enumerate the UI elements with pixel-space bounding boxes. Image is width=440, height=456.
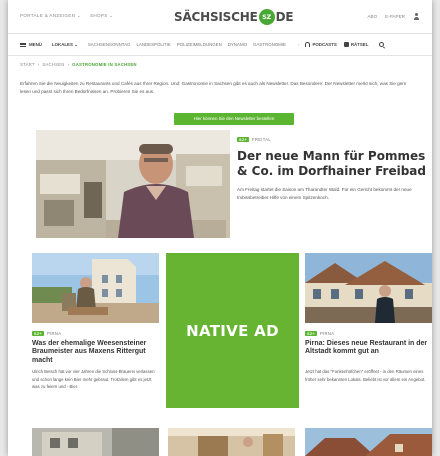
crumb-separator-icon: › bbox=[37, 62, 40, 67]
bottom-card-image[interactable] bbox=[168, 428, 295, 456]
breadcrumb: START › SACHSEN › GASTRONOMIE IN SACHSEN bbox=[20, 62, 137, 67]
card-location[interactable]: PIRNA bbox=[320, 331, 334, 336]
bottom-photo-1 bbox=[32, 428, 159, 456]
newsletter-button[interactable]: Hier können Sie den Newsletter bestellen bbox=[174, 113, 294, 125]
main-nav: MENÜ LOKALES ⌄ SACHSENSONNTAG LANDESPOLI… bbox=[8, 34, 432, 56]
card-image-restaurant[interactable] bbox=[305, 253, 432, 323]
headphones-icon bbox=[305, 42, 311, 47]
top-right-links: ABO E-PAPER bbox=[367, 13, 420, 20]
sz-plus-badge: SZ+ bbox=[237, 137, 249, 142]
card-title[interactable]: Was der ehemalige Weesensteiner Braumeis… bbox=[32, 340, 159, 365]
top-bar: PORTALE & ANZEIGEN ⌄ SHOPS ⌄ SÄCHSISCHE … bbox=[8, 0, 432, 34]
bottom-card-image[interactable] bbox=[305, 428, 432, 456]
featured-location[interactable]: FREITAL bbox=[252, 137, 271, 142]
user-icon[interactable] bbox=[413, 13, 420, 20]
top-links: PORTALE & ANZEIGEN ⌄ SHOPS ⌄ bbox=[20, 13, 113, 19]
logo-text-right: DE bbox=[275, 10, 294, 24]
menu-label: MENÜ bbox=[29, 42, 42, 47]
page: PORTALE & ANZEIGEN ⌄ SHOPS ⌄ SÄCHSISCHE … bbox=[8, 0, 432, 456]
nav-item-landespolitik[interactable]: LANDESPOLITIK bbox=[136, 42, 170, 47]
abo-link[interactable]: ABO bbox=[367, 14, 377, 19]
nav-item-dynamo[interactable]: DYNAMO bbox=[228, 42, 247, 47]
card-tag: SZ+ PIRNA bbox=[305, 331, 334, 336]
search-icon[interactable] bbox=[379, 42, 385, 47]
nav-item-polizeimeldungen[interactable]: POLIZEIMELDUNGEN bbox=[177, 42, 222, 47]
crumb-sachsen[interactable]: SACHSEN bbox=[42, 62, 64, 67]
podcasts-label: PODCASTS bbox=[312, 42, 337, 47]
nav-item-sachsensonntag[interactable]: SACHSENSONNTAG bbox=[88, 42, 131, 47]
crumb-current: GASTRONOMIE IN SACHSEN bbox=[72, 62, 137, 67]
bottom-photo-3 bbox=[305, 428, 432, 456]
featured-article-image[interactable] bbox=[36, 130, 230, 238]
card-title[interactable]: Pirna: Dieses neue Restaurant in der Alt… bbox=[305, 340, 432, 357]
featured-photo bbox=[36, 130, 230, 238]
native-ad[interactable]: NATIVE AD bbox=[166, 253, 299, 408]
nav-more-arrow[interactable]: › bbox=[298, 42, 299, 47]
card-image-brewer[interactable] bbox=[32, 253, 159, 323]
card-text: Ulrich Betsch hat vor vier Jahren die Sc… bbox=[32, 369, 155, 390]
crumb-start[interactable]: START bbox=[20, 62, 35, 67]
site-logo[interactable]: SÄCHSISCHE SZ DE bbox=[174, 9, 294, 25]
shops-link[interactable]: SHOPS ⌄ bbox=[90, 13, 113, 19]
nav-lokales[interactable]: LOKALES ⌄ bbox=[52, 42, 78, 48]
logo-text-left: SÄCHSISCHE bbox=[174, 10, 258, 24]
bottom-photo-2 bbox=[168, 428, 295, 456]
raetsel-link[interactable]: RÄTSEL bbox=[343, 42, 369, 47]
bottom-card-image[interactable] bbox=[32, 428, 159, 456]
card-photo-restaurant bbox=[305, 253, 432, 323]
featured-tag: SZ+ FREITAL bbox=[237, 137, 271, 142]
card-photo-brewer bbox=[32, 253, 159, 323]
crumb-separator-icon: › bbox=[67, 62, 70, 67]
sz-plus-badge: SZ+ bbox=[305, 331, 317, 336]
raetsel-label: RÄTSEL bbox=[350, 42, 369, 47]
portale-link[interactable]: PORTALE & ANZEIGEN ⌄ bbox=[20, 13, 81, 19]
intro-text: Erfahren Sie die Neuigkeiten zu Restaura… bbox=[20, 81, 407, 94]
podcasts-link[interactable]: PODCASTS bbox=[305, 42, 337, 47]
hamburger-icon bbox=[20, 42, 26, 47]
card-location[interactable]: PIRNA bbox=[47, 331, 61, 336]
logo-badge: SZ bbox=[258, 9, 275, 25]
puzzle-icon bbox=[343, 42, 349, 47]
sz-plus-badge: SZ+ bbox=[32, 331, 44, 336]
featured-text: Am Freitag startet die Saison am Tharand… bbox=[237, 187, 412, 200]
menu-button[interactable]: MENÜ bbox=[20, 42, 42, 47]
card-text: Jetzt hat das "Funkenhöfchen" eröffnet -… bbox=[305, 369, 426, 382]
featured-title[interactable]: Der neue Mann für Pommes & Co. im Dorfha… bbox=[237, 149, 427, 179]
epaper-link[interactable]: E-PAPER bbox=[385, 14, 405, 19]
card-tag: SZ+ PIRNA bbox=[32, 331, 61, 336]
nav-item-gastronomie[interactable]: GASTRONOMIE bbox=[253, 42, 286, 47]
